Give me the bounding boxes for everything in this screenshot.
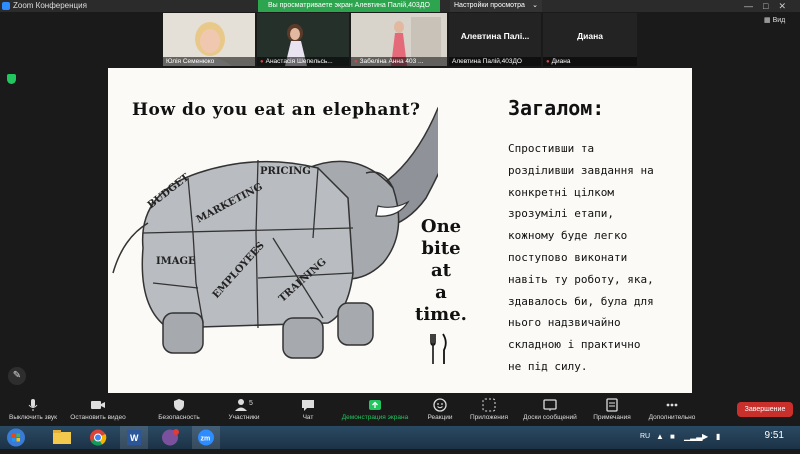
share-screen-button[interactable]: Демонстрация экрана [336,394,414,426]
chat-icon [302,400,314,411]
word-logo-icon: W [127,430,141,445]
participants-button[interactable]: 5 Участники [220,394,268,426]
viber-logo-icon [162,429,179,446]
tray-app-icon[interactable]: ■ [670,432,675,441]
language-indicator[interactable]: RU [640,433,650,440]
start-button[interactable] [4,426,28,449]
battery-icon[interactable]: ▮ [716,432,720,441]
more-button[interactable]: Дополнительно [642,394,702,426]
notes-button[interactable]: Примечания [586,394,638,426]
participants-count: 5 [249,400,253,407]
muted-mic-icon: ● [354,59,358,65]
window-title: Zoom Конференция [13,1,87,10]
system-tray: RU ▲ ■ ▁▂▃ ▶ ▮ 9:51 [630,426,800,449]
summary-line: поступово виконати [508,250,628,264]
participant-display-name: Алевтина Палі... [460,31,530,41]
participant-tile[interactable]: Алевтина Палі... Алевтина Палій,403ДО [449,13,541,66]
more-icon [666,403,678,407]
participant-name: Алевтина Палій,403ДО [449,57,541,66]
apps-button[interactable]: Приложения [464,394,514,426]
chrome-logo-icon [90,429,107,446]
windows-taskbar: W zm RU ▲ ■ ▁▂▃ ▶ ▮ 9:51 [0,426,800,449]
summary-line: кожному буде легко [508,229,628,243]
end-meeting-button[interactable]: Завершение [737,402,793,417]
summary-text: Спростивши та розділивши завдання на кон… [508,138,678,378]
svg-text:zm: zm [201,436,211,443]
summary-line: зрозумілі етапи, [508,207,614,221]
reactions-icon [433,398,447,412]
view-options-button[interactable]: Настройки просмотра ⌄ [450,0,542,12]
annotate-pencil-icon[interactable]: ✎ [8,367,26,385]
shared-screen-slide: How do you eat an elephant? BUDGET MARKE… [108,68,692,393]
mute-button[interactable]: Выключить звук [4,394,62,426]
chevron-down-icon: ⌄ [532,2,538,9]
volume-icon[interactable]: ▶ [702,432,708,441]
video-camera-icon [91,401,105,409]
zoom-icon[interactable]: zm [192,426,220,449]
participant-tile[interactable]: Юлія Семенюко [163,13,255,66]
participant-display-name: Диана [577,31,603,41]
security-button[interactable]: Безопасность [150,394,208,426]
summary-line: складною і практично [508,338,641,352]
view-options-label: Настройки просмотра [454,2,525,9]
participant-tile[interactable]: ● Анастасія Шепельсь... [257,13,349,66]
summary-line: Спростивши та [508,142,595,155]
section-label-image: IMAGE [156,256,196,267]
summary-line: не під силу. [508,359,588,373]
zoom-logo-icon: zm [198,429,214,446]
zoom-app-icon [2,2,10,10]
viber-icon[interactable] [156,426,184,449]
fork-knife-icon [430,333,447,364]
summary-line: розділивши завдання на [508,163,654,177]
bite-word: a [435,282,447,303]
svg-text:W: W [130,433,139,443]
bite-word: bite [421,238,461,259]
whiteboard-icon [543,399,557,411]
encryption-shield-icon[interactable] [7,74,16,84]
chat-button[interactable]: Чат [290,394,326,426]
file-explorer-icon[interactable] [48,426,76,449]
summary-title: Загалом: [508,96,605,120]
window-controls[interactable]: —□✕ [744,0,796,12]
participant-tile[interactable]: ● Забеліна Анна 403 ... [351,13,447,66]
summary-line: конкретні цілком [508,185,614,199]
share-screen-icon [369,400,381,410]
elephant-illustration [112,106,438,359]
section-label-pricing: PRICING [260,166,311,177]
summary-line: нього надзвичайно [508,316,621,330]
network-icon[interactable]: ▁▂▃ [684,432,702,441]
participant-name: ● Анастасія Шепельсь... [257,57,349,66]
participant-name: Юлія Семенюко [163,57,255,66]
clock[interactable]: 9:51 [765,430,784,441]
bite-word: time. [415,304,467,325]
tray-arrow-icon[interactable]: ▲ [656,432,664,441]
muted-mic-icon: ● [260,59,264,65]
bite-word: at [431,260,451,281]
shield-icon [174,399,184,411]
apps-icon [482,398,496,412]
chrome-icon[interactable] [84,426,112,449]
microphone-icon [28,399,38,411]
folder-icon [53,430,71,444]
view-button[interactable]: ▦ Вид [764,16,785,24]
participant-name: ● Забеліна Анна 403 ... [351,57,447,66]
screen-share-banner: Вы просматриваете экран Алевтина Палій,4… [258,0,440,12]
meeting-toolbar: Выключить звук Остановить видео Безопасн… [0,394,800,426]
participant-name: ● Диана [543,57,637,66]
word-icon[interactable]: W [120,426,148,449]
summary-line: навіть ту роботу, яка, [508,272,654,286]
bite-word: One [420,216,462,237]
muted-mic-icon: ● [546,59,550,65]
notes-icon [606,398,618,412]
participants-icon: 5 [235,399,253,411]
summary-line: здавалось би, була для [508,294,654,308]
participant-tile[interactable]: Диана ● Диана [543,13,637,66]
whiteboard-button[interactable]: Доски сообщений [516,394,584,426]
windows-logo-icon [7,428,25,447]
stop-video-button[interactable]: Остановить видео [66,394,130,426]
reactions-button[interactable]: Реакции [420,394,460,426]
